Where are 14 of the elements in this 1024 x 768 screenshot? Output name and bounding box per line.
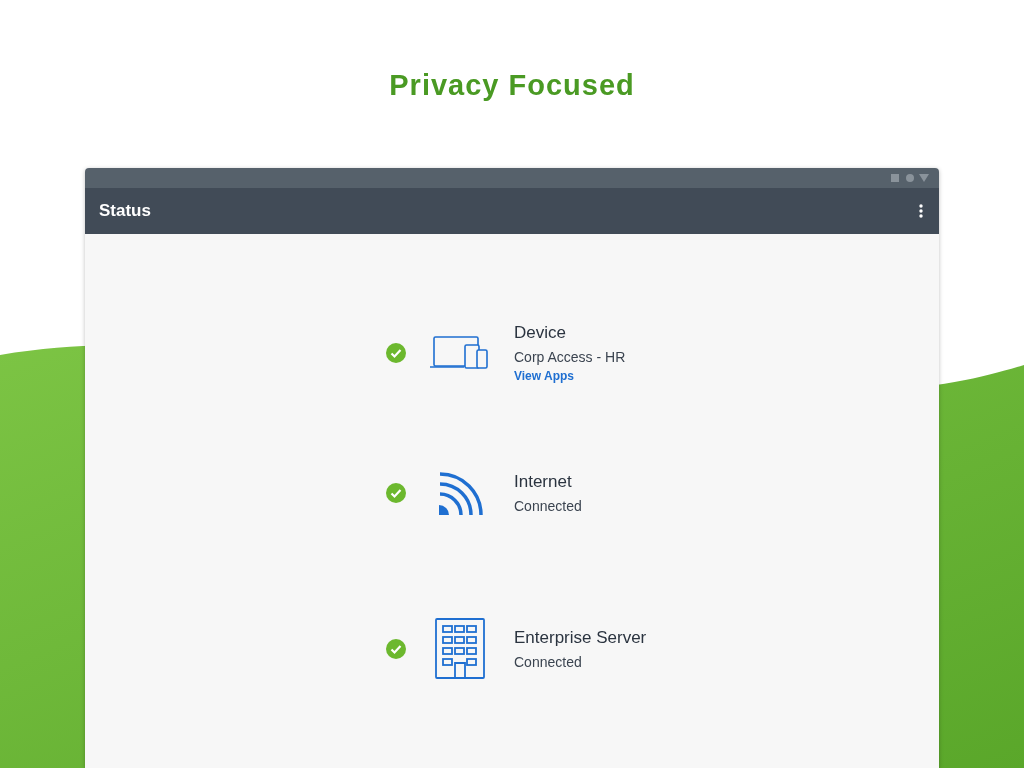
item-title: Device bbox=[514, 322, 567, 344]
more-vertical-icon bbox=[919, 204, 923, 218]
headline: Privacy Focused bbox=[389, 68, 635, 102]
item-title: Enterprise Server bbox=[514, 626, 648, 649]
building-icon bbox=[435, 618, 485, 680]
item-status: Connected bbox=[514, 652, 583, 672]
signal-icon bbox=[437, 470, 483, 516]
window-title: Status bbox=[99, 201, 151, 221]
status-icons-drawing bbox=[891, 173, 931, 183]
item-status: Connected bbox=[514, 496, 583, 516]
devices-icon bbox=[429, 335, 491, 370]
item-title: Internet bbox=[514, 470, 573, 493]
item-status: Corp Access - HR bbox=[514, 348, 627, 367]
view-apps-link[interactable]: View Apps bbox=[514, 369, 939, 383]
